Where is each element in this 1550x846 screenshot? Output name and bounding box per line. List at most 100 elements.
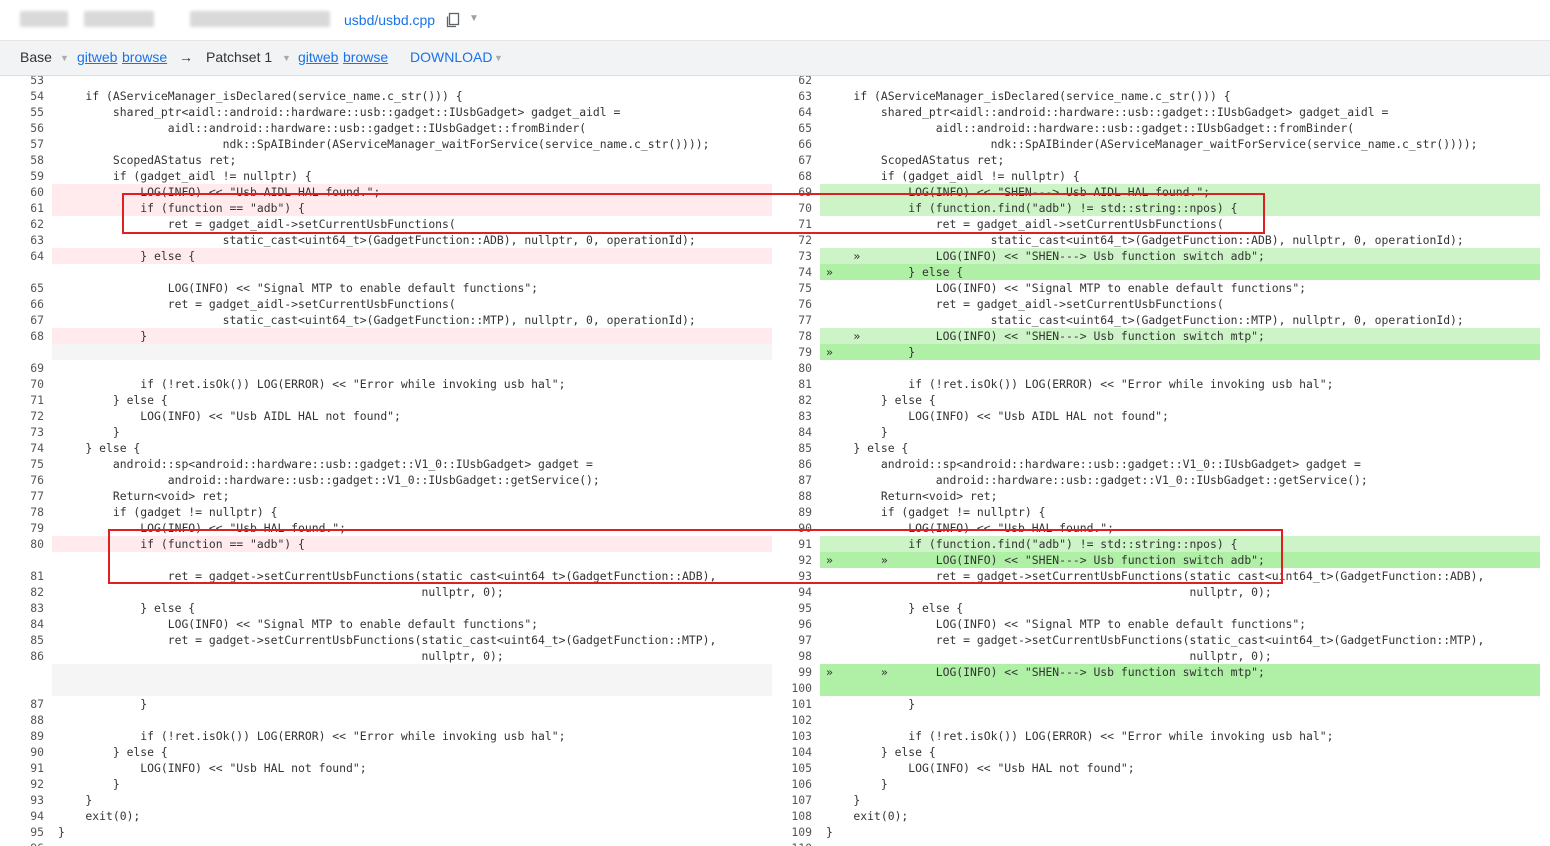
line-number[interactable]: 73 — [772, 248, 812, 264]
line-number[interactable]: 75 — [772, 280, 812, 296]
line-number[interactable]: 74 — [4, 440, 44, 456]
line-number[interactable]: 68 — [4, 328, 44, 344]
line-number[interactable]: 77 — [772, 312, 812, 328]
line-number[interactable]: 65 — [772, 120, 812, 136]
line-number[interactable]: 88 — [772, 488, 812, 504]
line-number[interactable]: 69 — [4, 360, 44, 376]
gitweb-link-base[interactable]: gitweb — [77, 49, 117, 65]
line-number[interactable]: 93 — [772, 568, 812, 584]
line-number[interactable]: 63 — [4, 232, 44, 248]
line-number[interactable]: 58 — [4, 152, 44, 168]
line-number[interactable]: 90 — [4, 744, 44, 760]
line-number[interactable]: 66 — [4, 296, 44, 312]
line-number[interactable] — [4, 344, 44, 360]
line-number[interactable]: 75 — [4, 456, 44, 472]
line-number[interactable]: 57 — [4, 136, 44, 152]
line-number[interactable]: 77 — [4, 488, 44, 504]
line-number[interactable]: 91 — [772, 536, 812, 552]
line-number[interactable]: 67 — [4, 312, 44, 328]
line-number[interactable]: 67 — [772, 152, 812, 168]
chevron-down-icon[interactable]: ▼ — [494, 53, 503, 63]
line-number[interactable]: 54 — [4, 88, 44, 104]
line-number[interactable]: 89 — [772, 504, 812, 520]
line-number[interactable]: 66 — [772, 136, 812, 152]
line-number[interactable]: 98 — [772, 648, 812, 664]
line-number[interactable]: 78 — [772, 328, 812, 344]
chevron-down-icon[interactable]: ▼ — [469, 13, 479, 24]
line-number[interactable]: 64 — [772, 104, 812, 120]
line-number[interactable]: 87 — [772, 472, 812, 488]
line-number[interactable]: 55 — [4, 104, 44, 120]
line-number[interactable]: 81 — [772, 376, 812, 392]
line-number[interactable]: 99 — [772, 664, 812, 680]
line-number[interactable]: 94 — [772, 584, 812, 600]
line-number[interactable]: 92 — [772, 552, 812, 568]
line-number[interactable]: 71 — [4, 392, 44, 408]
line-number[interactable]: 70 — [4, 376, 44, 392]
line-number[interactable]: 62 — [772, 76, 812, 88]
line-number[interactable]: 109 — [772, 824, 812, 840]
line-number[interactable]: 79 — [4, 520, 44, 536]
line-number[interactable]: 84 — [772, 424, 812, 440]
line-number[interactable]: 107 — [772, 792, 812, 808]
line-number[interactable]: 86 — [4, 648, 44, 664]
line-number[interactable]: 97 — [772, 632, 812, 648]
line-number[interactable]: 103 — [772, 728, 812, 744]
line-number[interactable] — [4, 664, 44, 680]
line-number[interactable]: 82 — [4, 584, 44, 600]
line-number[interactable]: 72 — [4, 408, 44, 424]
line-number[interactable]: 90 — [772, 520, 812, 536]
line-number[interactable]: 80 — [4, 536, 44, 552]
line-number[interactable]: 88 — [4, 712, 44, 728]
line-number[interactable]: 85 — [4, 632, 44, 648]
line-number[interactable]: 68 — [772, 168, 812, 184]
line-number[interactable]: 70 — [772, 200, 812, 216]
line-number[interactable]: 101 — [772, 696, 812, 712]
line-number[interactable]: 110 — [772, 840, 812, 846]
line-number[interactable]: 81 — [4, 568, 44, 584]
line-number[interactable]: 60 — [4, 184, 44, 200]
line-number[interactable] — [4, 680, 44, 696]
line-number[interactable]: 95 — [772, 600, 812, 616]
line-number[interactable]: 74 — [772, 264, 812, 280]
line-number[interactable]: 72 — [772, 232, 812, 248]
line-number[interactable]: 53 — [4, 76, 44, 88]
line-number[interactable]: 108 — [772, 808, 812, 824]
line-number[interactable]: 86 — [772, 456, 812, 472]
browse-link-base[interactable]: browse — [122, 49, 167, 65]
line-number[interactable]: 102 — [772, 712, 812, 728]
file-path-link[interactable]: usbd/usbd.cpp — [344, 12, 435, 28]
line-number[interactable]: 80 — [772, 360, 812, 376]
line-number[interactable]: 104 — [772, 744, 812, 760]
line-number[interactable]: 83 — [4, 600, 44, 616]
line-number[interactable]: 91 — [4, 760, 44, 776]
line-number[interactable]: 106 — [772, 776, 812, 792]
base-selector[interactable]: Base — [20, 49, 52, 65]
gitweb-link-patchset[interactable]: gitweb — [298, 49, 338, 65]
line-number[interactable]: 105 — [772, 760, 812, 776]
line-number[interactable]: 93 — [4, 792, 44, 808]
line-number[interactable]: 59 — [4, 168, 44, 184]
download-button[interactable]: DOWNLOAD — [410, 49, 492, 65]
line-number[interactable]: 84 — [4, 616, 44, 632]
line-number[interactable]: 73 — [4, 424, 44, 440]
line-number[interactable]: 69 — [772, 184, 812, 200]
line-number[interactable]: 94 — [4, 808, 44, 824]
line-number[interactable]: 79 — [772, 344, 812, 360]
line-number[interactable]: 100 — [772, 680, 812, 696]
line-number[interactable]: 65 — [4, 280, 44, 296]
line-number[interactable]: 76 — [4, 472, 44, 488]
line-number[interactable]: 61 — [4, 200, 44, 216]
line-number[interactable]: 56 — [4, 120, 44, 136]
line-number[interactable]: 85 — [772, 440, 812, 456]
line-number[interactable]: 92 — [4, 776, 44, 792]
line-number[interactable]: 96 — [772, 616, 812, 632]
chevron-down-icon[interactable]: ▼ — [282, 53, 291, 63]
line-number[interactable]: 87 — [4, 696, 44, 712]
line-number[interactable]: 96 — [4, 840, 44, 846]
browse-link-patchset[interactable]: browse — [343, 49, 388, 65]
line-number[interactable] — [4, 552, 44, 568]
line-number[interactable]: 62 — [4, 216, 44, 232]
copy-icon[interactable] — [445, 12, 461, 28]
line-number[interactable]: 89 — [4, 728, 44, 744]
